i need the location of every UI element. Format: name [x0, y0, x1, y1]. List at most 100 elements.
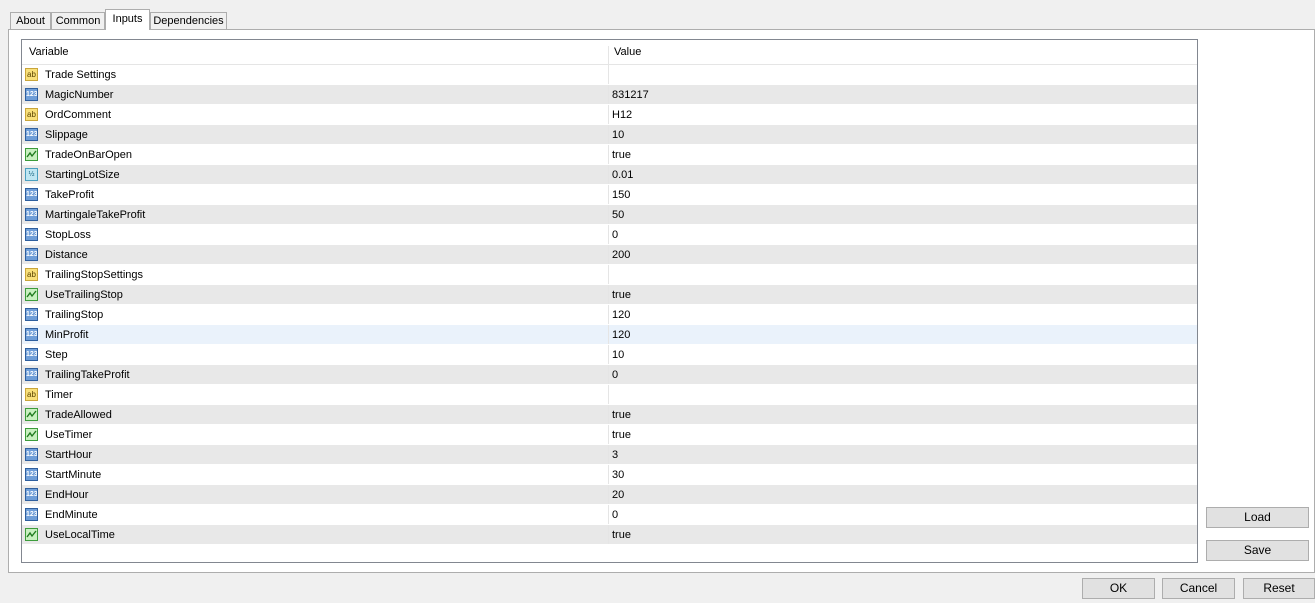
grid-row[interactable]: UseLocalTime true — [22, 525, 1197, 545]
grid-row[interactable]: ab Timer — [22, 385, 1197, 405]
grid-row[interactable]: 123 StopLoss 0 — [22, 225, 1197, 245]
integer-icon: 123 — [25, 228, 38, 241]
cell-divider — [608, 65, 609, 84]
grid-row[interactable]: UseTimer true — [22, 425, 1197, 445]
variable-value[interactable]: 20 — [612, 489, 624, 501]
grid-row[interactable]: ½ StartingLotSize 0.01 — [22, 165, 1197, 185]
tab-dependencies[interactable]: Dependencies — [150, 12, 227, 29]
variable-name: UseTimer — [45, 429, 93, 441]
column-divider[interactable] — [608, 46, 609, 64]
reset-button[interactable]: Reset — [1243, 578, 1315, 599]
variable-value[interactable]: 0.01 — [612, 169, 633, 181]
grid-row[interactable]: TradeOnBarOpen true — [22, 145, 1197, 165]
tab-about[interactable]: About — [10, 12, 51, 29]
grid-row[interactable]: TradeAllowed true — [22, 405, 1197, 425]
cell-divider — [608, 185, 609, 204]
variable-value[interactable]: H12 — [612, 109, 632, 121]
variable-value[interactable]: true — [612, 289, 631, 301]
cell-divider — [608, 425, 609, 444]
variable-value[interactable]: 0 — [612, 369, 618, 381]
tab-inputs[interactable]: Inputs — [105, 9, 150, 30]
variable-value[interactable]: 150 — [612, 189, 630, 201]
ok-button[interactable]: OK — [1082, 578, 1155, 599]
grid-row[interactable]: 123 EndHour 20 — [22, 485, 1197, 505]
variable-name: Distance — [45, 249, 88, 261]
cell-divider — [608, 345, 609, 364]
cell-divider — [608, 365, 609, 384]
variable-value[interactable]: true — [612, 429, 631, 441]
cell-divider — [608, 485, 609, 504]
cell-divider — [608, 225, 609, 244]
variable-name: TrailingTakeProfit — [45, 369, 130, 381]
cancel-button[interactable]: Cancel — [1162, 578, 1235, 599]
cell-divider — [608, 305, 609, 324]
variable-value[interactable]: 10 — [612, 349, 624, 361]
grid-row[interactable]: 123 TrailingStop 120 — [22, 305, 1197, 325]
grid-row[interactable]: 123 Distance 200 — [22, 245, 1197, 265]
grid-row[interactable]: 123 TrailingTakeProfit 0 — [22, 365, 1197, 385]
variable-value[interactable]: 50 — [612, 209, 624, 221]
grid-row[interactable]: UseTrailingStop true — [22, 285, 1197, 305]
integer-icon: 123 — [25, 188, 38, 201]
variable-name: TrailingStopSettings — [45, 269, 144, 281]
cell-divider — [608, 165, 609, 184]
column-header-value[interactable]: Value — [614, 46, 641, 58]
variable-value[interactable]: 120 — [612, 309, 630, 321]
grid-row[interactable]: 123 StartHour 3 — [22, 445, 1197, 465]
double-icon: ½ — [25, 168, 38, 181]
column-header-variable[interactable]: Variable — [29, 46, 69, 58]
tab-common[interactable]: Common — [51, 12, 105, 29]
variable-value[interactable]: true — [612, 529, 631, 541]
cell-divider — [608, 245, 609, 264]
integer-icon: 123 — [25, 308, 38, 321]
variable-value[interactable]: 30 — [612, 469, 624, 481]
grid-row[interactable]: 123 MartingaleTakeProfit 50 — [22, 205, 1197, 225]
variable-name: OrdComment — [45, 109, 112, 121]
variable-name: StopLoss — [45, 229, 91, 241]
variable-value[interactable]: 200 — [612, 249, 630, 261]
grid-row[interactable]: ab Trade Settings — [22, 65, 1197, 85]
cell-divider — [608, 445, 609, 464]
grid-row[interactable]: 123 StartMinute 30 — [22, 465, 1197, 485]
variable-value[interactable]: 10 — [612, 129, 624, 141]
cell-divider — [608, 85, 609, 104]
cell-divider — [608, 105, 609, 124]
cell-divider — [608, 465, 609, 484]
variable-name: UseLocalTime — [45, 529, 115, 541]
grid-row[interactable]: 123 MinProfit 120 — [22, 325, 1197, 345]
grid-row[interactable]: ab OrdComment H12 — [22, 105, 1197, 125]
integer-icon: 123 — [25, 88, 38, 101]
variable-name: StartingLotSize — [45, 169, 120, 181]
variable-value[interactable]: true — [612, 409, 631, 421]
variable-value[interactable]: 3 — [612, 449, 618, 461]
variable-name: TradeOnBarOpen — [45, 149, 133, 161]
string-icon: ab — [25, 108, 38, 121]
variable-name: MartingaleTakeProfit — [45, 209, 146, 221]
string-icon: ab — [25, 68, 38, 81]
variable-name: TradeAllowed — [45, 409, 112, 421]
boolean-icon — [25, 288, 38, 301]
variable-value[interactable]: true — [612, 149, 631, 161]
cell-divider — [608, 145, 609, 164]
variable-name: Trade Settings — [45, 69, 117, 81]
variable-value[interactable]: 0 — [612, 229, 618, 241]
grid-row[interactable]: 123 Slippage 10 — [22, 125, 1197, 145]
variable-name: EndHour — [45, 489, 89, 501]
save-button[interactable]: Save — [1206, 540, 1309, 561]
grid-row[interactable]: 123 MagicNumber 831217 — [22, 85, 1197, 105]
boolean-icon — [25, 528, 38, 541]
grid-row[interactable]: ab TrailingStopSettings — [22, 265, 1197, 285]
load-button[interactable]: Load — [1206, 507, 1309, 528]
integer-icon: 123 — [25, 468, 38, 481]
grid-header: Variable Value — [22, 40, 1197, 65]
variable-value[interactable]: 0 — [612, 509, 618, 521]
grid-row[interactable]: 123 TakeProfit 150 — [22, 185, 1197, 205]
integer-icon: 123 — [25, 328, 38, 341]
variable-name: StartHour — [45, 449, 93, 461]
variable-name: Slippage — [45, 129, 88, 141]
grid-row[interactable]: 123 EndMinute 0 — [22, 505, 1197, 525]
variable-value[interactable]: 120 — [612, 329, 630, 341]
grid-row[interactable]: 123 Step 10 — [22, 345, 1197, 365]
variable-name: EndMinute — [45, 509, 98, 521]
variable-value[interactable]: 831217 — [612, 89, 649, 101]
